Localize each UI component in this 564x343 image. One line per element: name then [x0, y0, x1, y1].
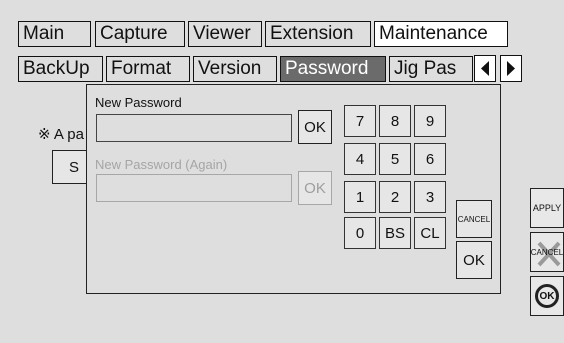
ok-button[interactable]: OK — [530, 276, 564, 316]
tab-scroll-right-button[interactable] — [500, 55, 522, 82]
password-dialog: New Password OK New Password (Again) OK … — [86, 84, 501, 294]
tab-format[interactable]: Format — [106, 56, 190, 82]
apply-button-label: APPLY — [532, 203, 562, 213]
keypad-key-3[interactable]: 3 — [414, 181, 446, 213]
keypad-key-0[interactable]: 0 — [344, 217, 376, 249]
keypad-backspace-key[interactable]: BS — [379, 217, 411, 249]
keypad-key-9[interactable]: 9 — [414, 105, 446, 137]
tab-jig-password[interactable]: Jig Pas — [389, 56, 473, 82]
left-arrow-icon — [481, 61, 489, 76]
apply-button[interactable]: APPLY — [530, 188, 564, 228]
tab-backup[interactable]: BackUp — [18, 56, 103, 82]
keypad-key-2[interactable]: 2 — [379, 181, 411, 213]
right-arrow-icon — [507, 61, 515, 76]
new-password-again-field[interactable] — [96, 174, 292, 202]
tab-viewer[interactable]: Viewer — [188, 21, 262, 47]
new-password-field[interactable] — [96, 114, 292, 142]
keypad-clear-key[interactable]: CL — [414, 217, 446, 249]
keypad-key-4[interactable]: 4 — [344, 143, 376, 175]
new-password-ok-button[interactable]: OK — [298, 110, 332, 144]
background-note-text: ※ A pa — [38, 126, 84, 143]
ok-circle-icon: OK — [535, 284, 559, 308]
tab-scroll-left-button[interactable] — [474, 55, 496, 82]
keypad-key-7[interactable]: 7 — [344, 105, 376, 137]
cancel-button-label: CANCEL — [530, 247, 564, 257]
keypad-key-5[interactable]: 5 — [379, 143, 411, 175]
new-password-label: New Password — [95, 95, 182, 110]
tab-extension[interactable]: Extension — [265, 21, 371, 47]
ok-button-label: OK — [539, 290, 555, 302]
tab-main[interactable]: Main — [18, 21, 91, 47]
keypad-ok-button[interactable]: OK — [456, 241, 492, 279]
keypad-cancel-button[interactable]: CANCEL — [456, 200, 492, 238]
keypad-key-6[interactable]: 6 — [414, 143, 446, 175]
background-button-label: S — [69, 159, 80, 176]
tab-maintenance[interactable]: Maintenance — [374, 21, 508, 47]
new-password-again-label: New Password (Again) — [95, 157, 228, 172]
tab-capture[interactable]: Capture — [95, 21, 185, 47]
cancel-button[interactable]: CANCEL — [530, 232, 564, 272]
tab-password[interactable]: Password — [280, 56, 386, 82]
tab-version[interactable]: Version — [193, 56, 277, 82]
keypad-key-8[interactable]: 8 — [379, 105, 411, 137]
keypad-key-1[interactable]: 1 — [344, 181, 376, 213]
new-password-again-ok-button[interactable]: OK — [298, 171, 332, 205]
